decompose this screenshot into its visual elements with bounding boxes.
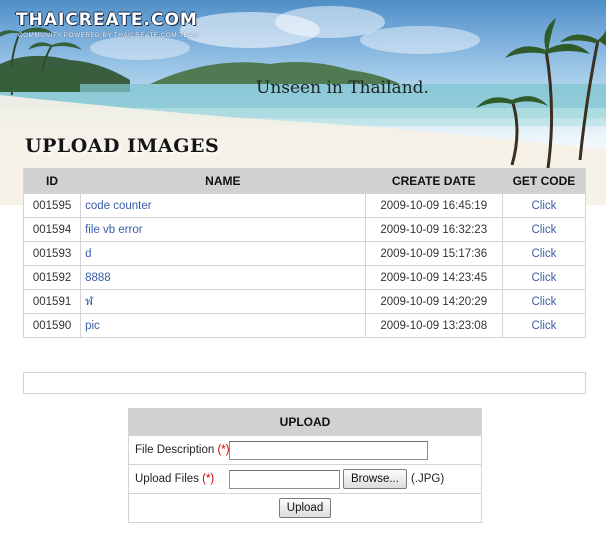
file-description-input[interactable] xyxy=(229,440,428,460)
upload-files-row: Upload Files (*) Browse... (.JPG) xyxy=(135,469,475,489)
get-code-link[interactable]: Click xyxy=(531,272,556,284)
required-mark: (*) xyxy=(202,473,215,485)
row-id: 001592 xyxy=(24,266,81,289)
image-name-link[interactable]: file vb error xyxy=(85,224,143,236)
browse-button[interactable]: Browse... xyxy=(343,469,407,489)
pagination-bar xyxy=(23,372,586,394)
upload-form-title: UPLOAD xyxy=(129,409,481,435)
column-header-name: NAME xyxy=(81,169,365,193)
banner-slogan: Unseen in Thailand. xyxy=(256,78,429,98)
row-create-date: 2009-10-09 13:23:08 xyxy=(365,314,502,337)
page-title: UPLOAD IMAGES xyxy=(25,135,220,157)
row-id: 001593 xyxy=(24,242,81,265)
upload-files-label: Upload Files (*) xyxy=(135,473,229,485)
image-name-link[interactable]: pic xyxy=(85,320,100,332)
description-label-text: File Description xyxy=(135,444,215,456)
description-row: File Description (*) xyxy=(135,440,475,460)
table-row: 001590 pic 2009-10-09 13:23:08 Click xyxy=(24,314,585,337)
table-row: 001595 code counter 2009-10-09 16:45:19 … xyxy=(24,194,585,217)
column-header-id: ID xyxy=(24,169,81,193)
get-code-link[interactable]: Click xyxy=(531,224,556,236)
row-id: 001590 xyxy=(24,314,81,337)
row-id: 001594 xyxy=(24,218,81,241)
description-label: File Description (*) xyxy=(135,444,230,456)
row-create-date: 2009-10-09 15:17:36 xyxy=(365,242,502,265)
required-mark: (*) xyxy=(217,444,230,456)
get-code-link[interactable]: Click xyxy=(531,248,556,260)
get-code-link[interactable]: Click xyxy=(531,320,556,332)
table-row: 001591 ฬ 2009-10-09 14:20:29 Click xyxy=(24,290,585,313)
image-name-link[interactable]: d xyxy=(85,248,91,260)
table-row: 001594 file vb error 2009-10-09 16:32:23… xyxy=(24,218,585,241)
get-code-link[interactable]: Click xyxy=(531,296,556,308)
row-create-date: 2009-10-09 16:32:23 xyxy=(365,218,502,241)
site-logo[interactable]: THAICREATE.COM xyxy=(16,10,198,30)
row-id: 001595 xyxy=(24,194,81,217)
image-name-link[interactable]: code counter xyxy=(85,200,152,212)
table-header-row: ID NAME CREATE DATE GET CODE xyxy=(24,169,585,193)
upload-files-label-text: Upload Files xyxy=(135,473,199,485)
row-create-date: 2009-10-09 16:45:19 xyxy=(365,194,502,217)
file-type-hint: (.JPG) xyxy=(410,473,445,485)
row-create-date: 2009-10-09 14:23:45 xyxy=(365,266,502,289)
column-header-create-date: CREATE DATE xyxy=(365,169,502,193)
row-id: 001591 xyxy=(24,290,81,313)
image-name-link[interactable]: ฬ xyxy=(85,296,93,308)
column-header-get-code: GET CODE xyxy=(502,169,585,193)
upload-form: UPLOAD File Description (*) Upload Files… xyxy=(128,408,482,523)
row-create-date: 2009-10-09 14:20:29 xyxy=(365,290,502,313)
image-name-link[interactable]: 8888 xyxy=(85,272,111,284)
upload-button[interactable]: Upload xyxy=(278,498,332,518)
images-table: ID NAME CREATE DATE GET CODE 001595 code… xyxy=(23,168,586,338)
get-code-link[interactable]: Click xyxy=(531,200,556,212)
table-row: 001592 8888 2009-10-09 14:23:45 Click xyxy=(24,266,585,289)
file-path-input[interactable] xyxy=(229,469,340,489)
site-tagline: COMMUNITY POWERED BY THAICREATE.COM TEAM xyxy=(18,32,199,39)
table-row: 001593 d 2009-10-09 15:17:36 Click xyxy=(24,242,585,265)
